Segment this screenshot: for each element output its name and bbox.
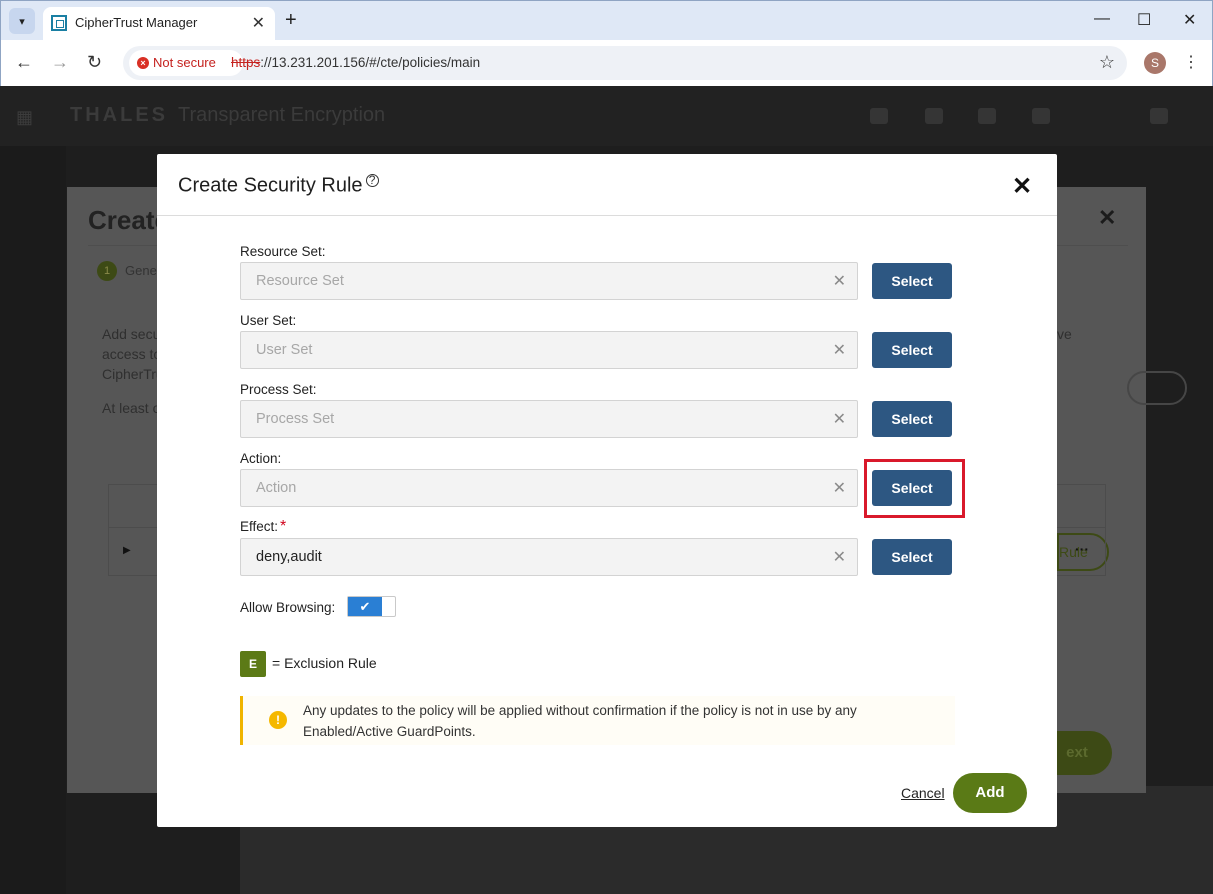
wizard-text-line: CipherTru <box>102 366 164 382</box>
row-actions-icon: ··· <box>1075 541 1089 557</box>
browser-menu-icon[interactable]: ⋮ <box>1183 52 1199 72</box>
dialog-title: Create Security Rule? <box>178 174 379 198</box>
url-path: ://13.231.201.156/#/cte/policies/main <box>260 55 481 70</box>
header-help-icon <box>925 108 943 124</box>
checkmark-icon: ✔ <box>348 597 382 616</box>
process-set-label: Process Set: <box>240 382 317 397</box>
security-label: Not secure <box>153 55 216 70</box>
header-doc-icon <box>1032 108 1050 124</box>
security-chip[interactable]: × Not secure <box>129 50 243 76</box>
exclusion-rule-text: = Exclusion Rule <box>272 655 377 671</box>
maximize-icon[interactable]: ☐ <box>1137 10 1151 30</box>
allow-browsing-toggle[interactable]: ✔ <box>347 596 396 617</box>
clear-icon[interactable]: ✕ <box>833 547 846 567</box>
resource-set-label: Resource Set: <box>240 244 326 259</box>
wizard-step-label: Gene <box>125 263 157 278</box>
wizard-text-line: At least o <box>102 400 161 416</box>
favicon-icon <box>51 15 67 31</box>
reload-icon[interactable]: ↻ <box>87 52 102 73</box>
resource-set-select-button[interactable]: Select <box>872 263 952 299</box>
notice-text: Any updates to the policy will be applie… <box>303 703 857 739</box>
bookmark-star-icon[interactable]: ☆ <box>1099 52 1115 73</box>
effect-select-button[interactable]: Select <box>872 539 952 575</box>
header-key-icon <box>978 108 996 124</box>
minimize-icon[interactable]: — <box>1094 10 1110 28</box>
process-set-placeholder: Process Set <box>256 411 335 427</box>
clear-icon[interactable]: ✕ <box>833 409 846 429</box>
action-select-button[interactable]: Select <box>872 470 952 506</box>
user-set-select-button[interactable]: Select <box>872 332 952 368</box>
profile-avatar[interactable]: S <box>1144 52 1166 74</box>
not-secure-icon: × <box>137 57 149 69</box>
warning-icon: ! <box>269 711 287 729</box>
url-scheme: https <box>231 55 261 70</box>
wizard-right-text: ve <box>1057 326 1072 342</box>
required-asterisk: * <box>280 518 287 535</box>
user-set-label: User Set: <box>240 313 297 328</box>
help-icon[interactable]: ? <box>365 174 379 187</box>
header-search-icon <box>870 108 888 124</box>
header-user-icon <box>1150 108 1168 124</box>
wizard-close-icon: ✕ <box>1098 205 1117 230</box>
process-set-select-button[interactable]: Select <box>872 401 952 437</box>
apps-grid-icon: ▦ <box>16 107 34 127</box>
create-security-rule-dialog: Create Security Rule? ✕ Resource Set: Re… <box>157 154 1057 827</box>
process-set-input[interactable]: Process Set ✕ <box>240 400 858 438</box>
clear-icon[interactable]: ✕ <box>833 271 846 291</box>
allow-browsing-label: Allow Browsing: <box>240 600 336 615</box>
window-close-icon[interactable]: ✕ <box>1183 10 1196 30</box>
browser-toolbar: ← → ↻ × Not secure https://13.231.201.15… <box>0 40 1213 86</box>
resource-set-placeholder: Resource Set <box>256 273 344 289</box>
clear-icon[interactable]: ✕ <box>833 478 846 498</box>
forward-arrow-icon[interactable]: → <box>51 52 69 73</box>
resource-set-input[interactable]: Resource Set ✕ <box>240 262 858 300</box>
dialog-header-divider <box>157 215 1057 216</box>
dialog-close-icon[interactable]: ✕ <box>1012 172 1032 201</box>
policy-update-notice: ! Any updates to the policy will be appl… <box>240 696 955 745</box>
browser-tab[interactable]: CipherTrust Manager ✕ <box>43 7 275 41</box>
cancel-button[interactable]: Cancel <box>901 785 945 801</box>
wizard-text-line: Add secu <box>102 326 161 342</box>
app-header: ▦ THALES Transparent Encryption <box>0 86 1213 146</box>
url-text[interactable]: https://13.231.201.156/#/cte/policies/ma… <box>231 55 480 70</box>
action-input[interactable]: Action ✕ <box>240 469 858 507</box>
back-arrow-icon[interactable]: ← <box>15 52 33 73</box>
add-button[interactable]: Add <box>953 773 1027 813</box>
tab-search-menu-icon[interactable]: ▾ <box>9 8 35 34</box>
exclusion-rule-badge: E <box>240 651 266 677</box>
app-sidebar <box>0 146 66 894</box>
user-set-placeholder: User Set <box>256 342 313 358</box>
action-placeholder: Action <box>256 480 297 496</box>
effect-value: deny,audit <box>256 549 322 565</box>
wizard-text-line: access to <box>102 346 162 362</box>
browser-tab-bar: ▾ CipherTrust Manager ✕ + — ☐ ✕ <box>0 0 1213 41</box>
expand-caret-icon: ▶ <box>123 545 131 556</box>
user-set-input[interactable]: User Set ✕ <box>240 331 858 369</box>
address-bar[interactable]: × Not secure https://13.231.201.156/#/ct… <box>123 46 1127 80</box>
effect-label: Effect: * <box>240 518 287 535</box>
brand-logo: THALES Transparent Encryption <box>70 104 386 126</box>
clear-icon[interactable]: ✕ <box>833 340 846 360</box>
tab-title: CipherTrust Manager <box>75 15 198 30</box>
wizard-search-pill <box>1127 371 1187 405</box>
new-tab-button[interactable]: + <box>285 9 297 32</box>
effect-input[interactable]: deny,audit ✕ <box>240 538 858 576</box>
tab-close-icon[interactable]: ✕ <box>252 13 265 33</box>
wizard-step-badge: 1 <box>97 261 117 281</box>
action-label: Action: <box>240 451 282 466</box>
